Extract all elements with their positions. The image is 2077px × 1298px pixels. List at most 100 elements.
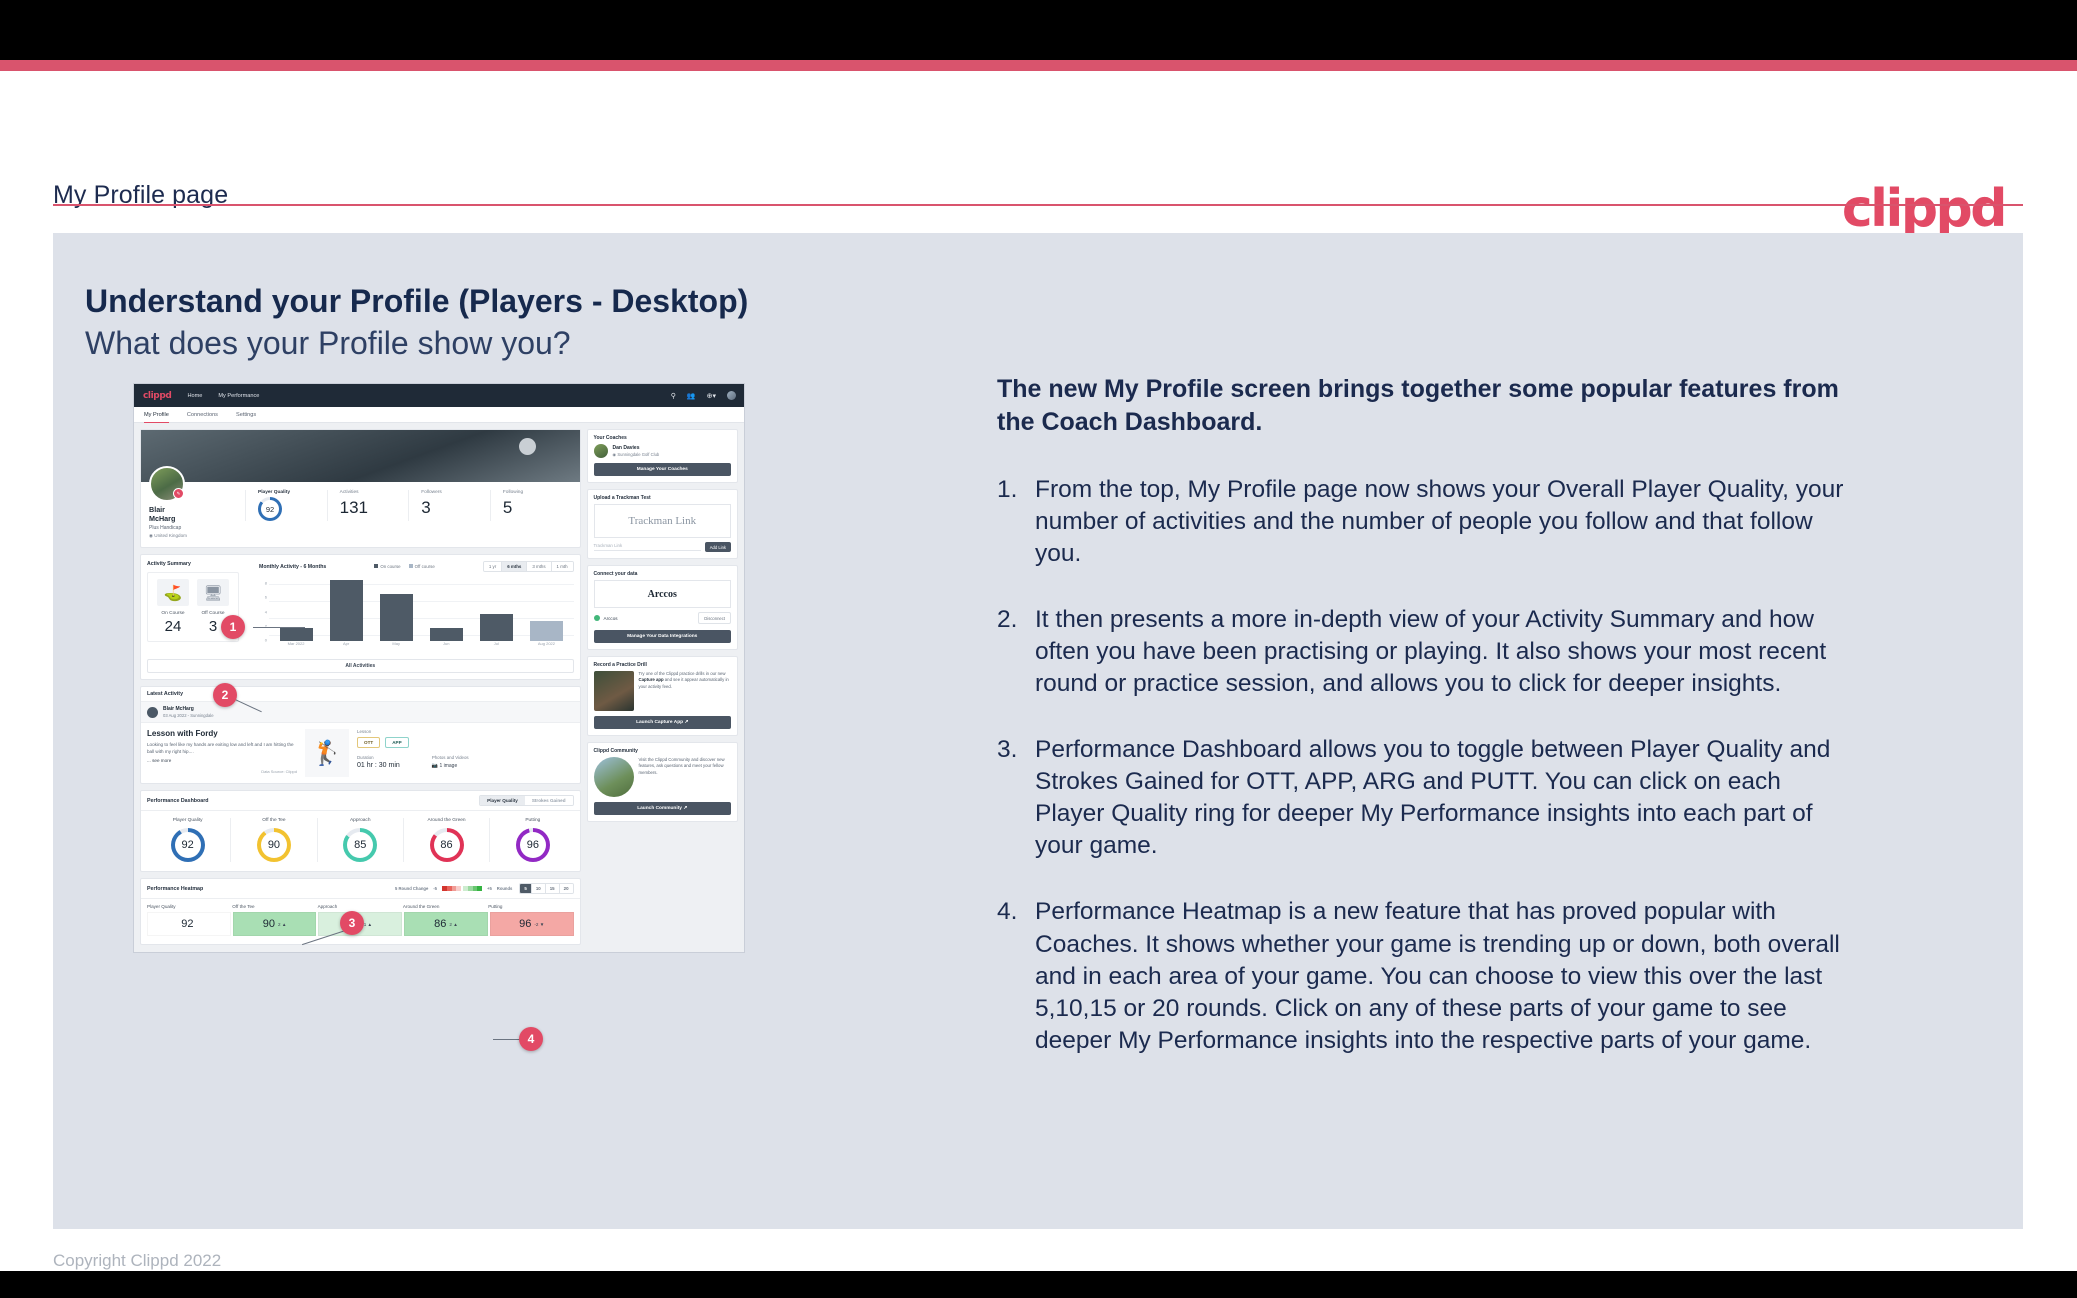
avatar-icon[interactable] xyxy=(727,391,736,400)
tab-my-profile[interactable]: My Profile xyxy=(144,407,169,423)
activity-body: Lesson with Fordy Looking to feel like m… xyxy=(141,723,580,783)
trackman-link-input[interactable]: Trackman Link xyxy=(593,543,701,551)
toggle-strokes-gained[interactable]: Strokes Gained xyxy=(524,796,573,805)
explainer-copy: The new My Profile screen brings togethe… xyxy=(997,373,1847,1091)
add-link-button[interactable]: Add Link xyxy=(704,542,731,552)
legend-off-course: Off course xyxy=(408,564,435,569)
stat-value: 92 xyxy=(261,500,279,518)
ring-around-the-green[interactable]: Around the Green 86 xyxy=(404,818,491,862)
profile-handicap: Plus Handicap xyxy=(149,525,182,531)
range-1yr[interactable]: 1 yr xyxy=(483,562,503,571)
chip-app[interactable]: APP xyxy=(385,737,409,748)
disconnect-button[interactable]: Disconnect xyxy=(698,612,731,624)
your-coaches-card: Your Coaches Dan Davies ◉ Sunningdale Go… xyxy=(586,429,738,483)
people-icon[interactable]: 👥 xyxy=(687,392,696,400)
heatmap-cell-player-quality[interactable]: 92 xyxy=(147,912,231,936)
rounds-10[interactable]: 10 xyxy=(531,884,546,893)
copyright-text: Copyright Clippd 2022 xyxy=(53,1251,222,1270)
community-promo: Visit the Clippd Community and discover … xyxy=(588,757,737,802)
manage-data-integrations-button[interactable]: Manage Your Data Integrations xyxy=(593,630,731,643)
ring-gauge: 85 xyxy=(343,828,378,862)
x-tick: Aug 2022 xyxy=(537,641,555,646)
avatar[interactable]: ✎ xyxy=(149,466,185,502)
bar[interactable] xyxy=(529,620,563,641)
stat-activities[interactable]: Activities 131 xyxy=(326,490,409,521)
heatmap-cell-putting[interactable]: 96 -2 ▼ xyxy=(489,912,574,936)
community-text: Visit the Clippd Community and discover … xyxy=(638,757,725,775)
ring-value: 85 xyxy=(347,832,374,858)
ring-putting[interactable]: Putting 96 xyxy=(490,818,575,862)
heatmap-cell-around-the-green[interactable]: 86 2 ▲ xyxy=(404,912,488,936)
ring-approach[interactable]: Approach 85 xyxy=(318,818,404,862)
manage-coaches-button[interactable]: Manage Your Coaches xyxy=(593,463,731,476)
all-activities-button[interactable]: All Activities xyxy=(147,659,574,673)
toggle-player-quality[interactable]: Player Quality xyxy=(480,796,525,805)
community-title: Clippd Community xyxy=(593,748,638,754)
bar[interactable] xyxy=(479,614,513,641)
bar[interactable] xyxy=(429,627,463,641)
callout-marker-2: 2 xyxy=(213,683,237,707)
ring-player-quality[interactable]: Player Quality 92 xyxy=(145,818,232,862)
profile-cover-image xyxy=(141,430,580,482)
launch-capture-app-button[interactable]: Launch Capture App ↗ xyxy=(593,716,731,729)
rounds-selector: 5 10 15 20 xyxy=(519,883,574,894)
tile-label: Off Course xyxy=(201,611,225,616)
see-more-link[interactable]: ... see more xyxy=(147,758,297,763)
stat-following[interactable]: Following 5 xyxy=(489,490,572,521)
rounds-5[interactable]: 5 xyxy=(520,884,532,893)
legend-min: -5 xyxy=(433,886,438,891)
tab-settings[interactable]: Settings xyxy=(236,407,256,423)
list-item-text: It then presents a more in-depth view of… xyxy=(1035,605,1827,697)
range-6mths[interactable]: 6 mths xyxy=(502,562,528,571)
stat-player-quality[interactable]: Player Quality 92 xyxy=(245,490,327,521)
practice-drill-text: Try one of the Clippd practice drills in… xyxy=(638,671,729,689)
tile-value: 24 xyxy=(164,618,182,635)
range-3mths[interactable]: 3 mths xyxy=(527,562,552,571)
nav-icon-group: ⚲ 👥 ⊕▾ xyxy=(671,384,736,407)
bar[interactable] xyxy=(329,580,363,641)
x-tick: May xyxy=(392,641,400,646)
content-panel: Understand your Profile (Players - Deskt… xyxy=(53,233,2023,1229)
bar-column xyxy=(329,577,363,641)
performance-dashboard-header: Performance Dashboard Player Quality Str… xyxy=(141,791,580,811)
clippd-logo: clippd xyxy=(1841,179,2008,239)
letterbox-top xyxy=(0,0,2077,60)
heatmap-cell-off-the-tee[interactable]: 90 2 ▲ xyxy=(232,912,317,936)
stat-label: Activities xyxy=(339,490,359,495)
edit-avatar-icon[interactable]: ✎ xyxy=(173,488,184,499)
list-item: 4. Performance Heatmap is a new feature … xyxy=(997,896,1847,1056)
ring-off-the-tee[interactable]: Off the Tee 90 xyxy=(231,818,318,862)
community-card: Clippd Community Visit the Clippd Commun… xyxy=(586,742,738,822)
activity-photos: Photos and Videos 📷 1 image xyxy=(432,755,469,769)
bar[interactable] xyxy=(279,627,313,641)
chart-header: Monthly Activity - 6 Months On course Of… xyxy=(259,561,574,572)
rounds-20[interactable]: 20 xyxy=(559,884,573,893)
ring-label: Approach xyxy=(349,818,371,823)
tile-on-course[interactable]: ⛳ On Course 24 xyxy=(157,579,189,635)
duration-label: Duration xyxy=(357,755,374,760)
app-tab-bar: My Profile Connections Settings xyxy=(134,407,744,423)
stat-label: Following xyxy=(502,490,524,495)
range-1mth[interactable]: 1 mth xyxy=(551,562,573,571)
latest-activity-title: Latest Activity xyxy=(141,687,580,702)
coach-item[interactable]: Dan Davies ◉ Sunningdale Golf Club xyxy=(588,444,737,463)
nav-link-my-performance[interactable]: My Performance xyxy=(218,393,259,399)
nav-link-home[interactable]: Home xyxy=(187,393,202,399)
chip-ott[interactable]: OTT xyxy=(357,737,381,748)
heatmap-delta: 2 ▲ xyxy=(449,921,458,927)
activity-details-column: Lesson OTT APP Duration 01 hr : 30 min P… xyxy=(357,729,574,777)
rounds-15[interactable]: 15 xyxy=(545,884,560,893)
practice-drill-promo: Try one of the Clippd practice drills in… xyxy=(588,671,737,716)
trackman-card: Upload a Trackman Test Trackman Link Tra… xyxy=(586,489,738,559)
launch-community-button[interactable]: Launch Community ↗ xyxy=(593,802,731,815)
search-icon[interactable]: ⚲ xyxy=(671,392,676,400)
bar-column xyxy=(279,577,313,641)
player-quality-ring[interactable]: 92 xyxy=(258,497,282,521)
bar[interactable] xyxy=(379,593,413,641)
tab-connections[interactable]: Connections xyxy=(187,407,218,423)
list-item-text: Performance Heatmap is a new feature tha… xyxy=(1035,898,1840,1054)
stat-followers[interactable]: Followers 3 xyxy=(408,490,490,521)
author-name: Blair McHarg xyxy=(163,706,194,712)
plus-circle-icon[interactable]: ⊕▾ xyxy=(707,392,716,400)
slide: My Profile page clippd Understand your P… xyxy=(0,71,2077,1271)
